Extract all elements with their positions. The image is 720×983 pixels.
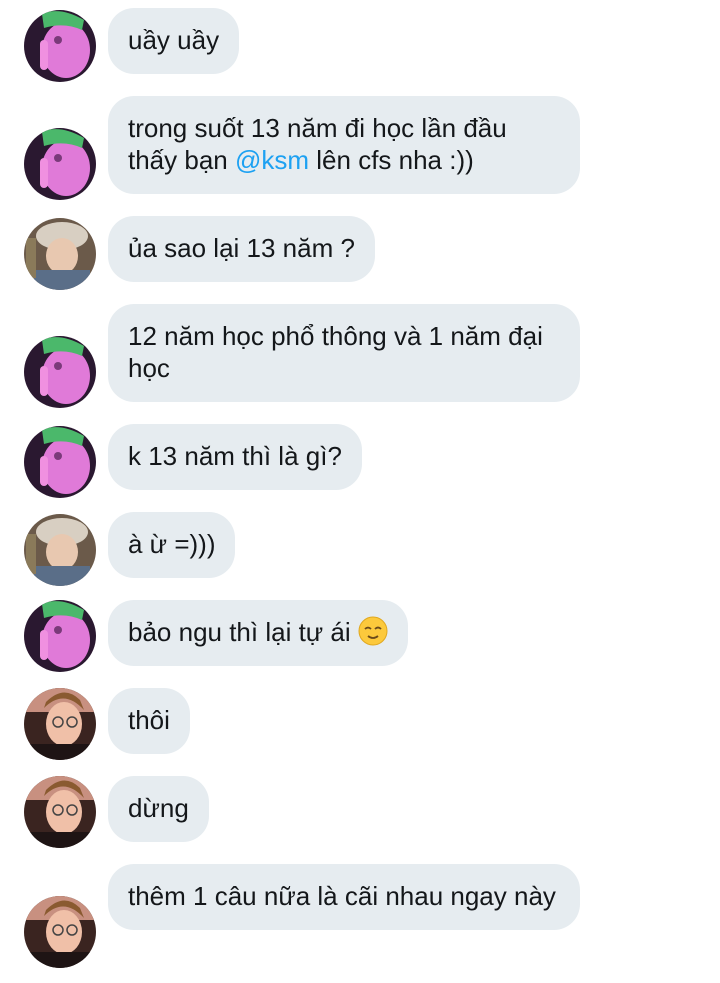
message-text: thôi xyxy=(128,705,170,735)
message-text: k 13 năm thì là gì? xyxy=(128,441,342,471)
message-bubble: 12 năm học phổ thông và 1 năm đại học xyxy=(108,304,580,402)
message-bubble: uầy uầy xyxy=(108,8,240,74)
message-row: à ừ =))) xyxy=(0,512,720,586)
avatar-user-b[interactable] xyxy=(24,218,96,290)
message-bubble: thêm 1 câu nữa là cãi nhau ngay này xyxy=(108,864,580,930)
message-text: lên cfs nha :)) xyxy=(309,145,474,175)
message-text: thêm 1 câu nữa là cãi nhau ngay này xyxy=(128,881,556,911)
avatar-user-b[interactable] xyxy=(24,514,96,586)
message-bubble: trong suốt 13 năm đi học lần đầu thấy bạ… xyxy=(108,96,580,194)
message-row: 12 năm học phổ thông và 1 năm đại học xyxy=(0,304,720,408)
avatar-user-a[interactable] xyxy=(24,426,96,498)
message-row: ủa sao lại 13 năm ? xyxy=(0,216,720,290)
message-text: à ừ =))) xyxy=(128,529,216,559)
message-row: thêm 1 câu nữa là cãi nhau ngay này xyxy=(0,864,720,968)
avatar-user-a[interactable] xyxy=(24,128,96,200)
message-bubble: à ừ =))) xyxy=(108,512,236,578)
message-row: dừng xyxy=(0,776,720,848)
avatar-user-c[interactable] xyxy=(24,688,96,760)
message-row: thôi xyxy=(0,688,720,760)
message-row: bảo ngu thì lại tự ái xyxy=(0,600,720,672)
message-row: k 13 năm thì là gì? xyxy=(0,424,720,498)
message-bubble: k 13 năm thì là gì? xyxy=(108,424,362,490)
message-bubble: dừng xyxy=(108,776,209,842)
message-text: bảo ngu thì lại tự ái xyxy=(128,617,358,647)
avatar-user-a[interactable] xyxy=(24,10,96,82)
message-bubble: thôi xyxy=(108,688,190,754)
relieved-face-emoji xyxy=(358,616,388,646)
message-text: dừng xyxy=(128,793,189,823)
message-bubble: bảo ngu thì lại tự ái xyxy=(108,600,408,666)
message-row: uầy uầy xyxy=(0,8,720,82)
message-bubble: ủa sao lại 13 năm ? xyxy=(108,216,375,282)
avatar-user-a[interactable] xyxy=(24,600,96,672)
avatar-user-c[interactable] xyxy=(24,776,96,848)
mention-link[interactable]: @ksm xyxy=(235,145,309,175)
message-row: trong suốt 13 năm đi học lần đầu thấy bạ… xyxy=(0,96,720,200)
avatar-user-c[interactable] xyxy=(24,896,96,968)
avatar-user-a[interactable] xyxy=(24,336,96,408)
message-text: uầy uầy xyxy=(128,25,220,55)
message-text: ủa sao lại 13 năm ? xyxy=(128,233,355,263)
message-text: 12 năm học phổ thông và 1 năm đại học xyxy=(128,321,543,383)
